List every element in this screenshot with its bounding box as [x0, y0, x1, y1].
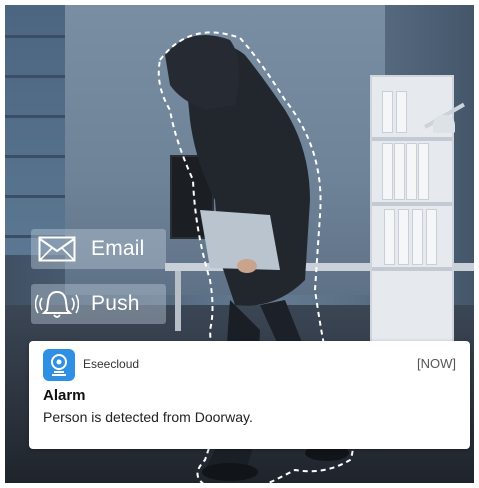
- notification-message: Person is detected from Doorway.: [43, 409, 253, 425]
- desk-lamp-head: [433, 115, 455, 133]
- email-label: Email: [91, 237, 145, 260]
- app-name: Eseecloud: [83, 357, 140, 371]
- push-badge: Push: [31, 284, 166, 324]
- camera-icon: [51, 354, 67, 376]
- notification-time: [NOW]: [417, 356, 456, 371]
- push-notification[interactable]: Eseecloud [NOW] Alarm Person is detected…: [29, 341, 470, 449]
- push-label: Push: [91, 292, 140, 315]
- notification-title: Alarm: [43, 387, 86, 404]
- envelope-icon: [31, 229, 83, 269]
- email-badge: Email: [31, 229, 166, 269]
- bell-icon: [31, 284, 83, 324]
- app-icon: [43, 349, 75, 381]
- scene-image: Email Push Eseecloud [NOW] Alarm Person: [5, 5, 474, 483]
